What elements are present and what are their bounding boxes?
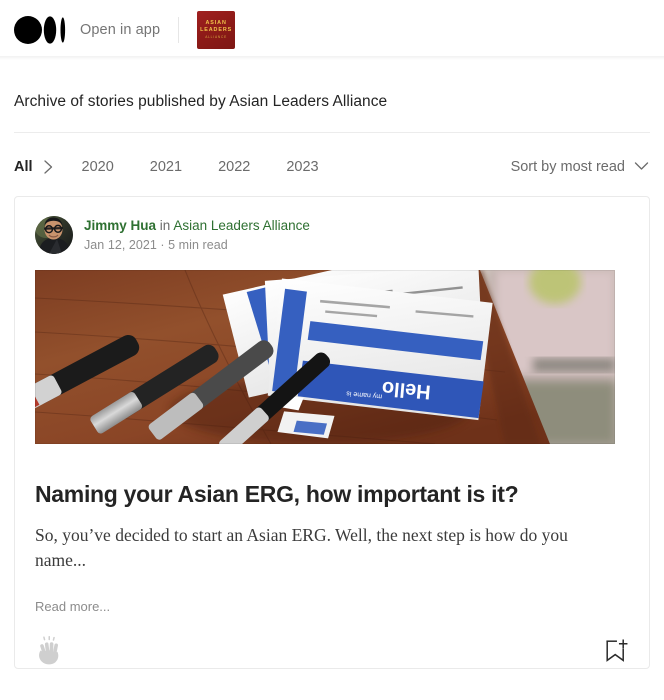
read-more-link[interactable]: Read more... [35, 599, 629, 614]
author-avatar[interactable] [35, 216, 73, 254]
year-tab-2023[interactable]: 2023 [286, 159, 318, 175]
chevron-down-icon [634, 158, 649, 176]
topbar-divider [178, 17, 180, 43]
year-tab-all[interactable]: All [14, 159, 33, 175]
byline-connector: in [159, 218, 171, 234]
badge-line-1: ASIAN [205, 20, 227, 27]
page-body: Archive of stories published by Asian Le… [0, 60, 664, 669]
byline: Jimmy Hua in Asian Leaders Alliance [84, 218, 310, 234]
article-excerpt[interactable]: So, you’ve decided to start an Asian ERG… [35, 523, 595, 573]
chevron-right-icon[interactable] [43, 159, 54, 175]
year-tab-2021[interactable]: 2021 [150, 159, 182, 175]
sort-dropdown-label: Sort by most read [510, 159, 625, 175]
archive-filter-row: All 2020 2021 2022 2023 Sort by most rea… [14, 133, 650, 196]
author-name-link[interactable]: Jimmy Hua [84, 218, 156, 233]
publication-logo-badge[interactable]: ASIAN LEADERS ALLIANCE [197, 11, 236, 49]
article-title[interactable]: Naming your Asian ERG, how important is … [35, 480, 629, 509]
medium-logo-icon[interactable] [14, 15, 66, 45]
badge-line-3: ALLIANCE [205, 34, 228, 39]
clap-icon[interactable] [35, 636, 63, 666]
year-filter-tabs: All 2020 2021 2022 2023 [14, 159, 355, 175]
top-navigation-bar: Open in app ASIAN LEADERS ALLIANCE [0, 0, 664, 60]
sort-dropdown[interactable]: Sort by most read [511, 158, 650, 176]
year-tab-2022[interactable]: 2022 [218, 159, 250, 175]
article-hero-image[interactable]: Hello my name is [35, 270, 615, 444]
publication-link[interactable]: Asian Leaders Alliance [173, 218, 310, 233]
open-in-app-button[interactable]: Open in app [80, 22, 160, 38]
article-card[interactable]: Jimmy Hua in Asian Leaders Alliance Jan … [14, 196, 650, 669]
year-tab-2020[interactable]: 2020 [82, 159, 114, 175]
author-row: Jimmy Hua in Asian Leaders Alliance Jan … [35, 216, 629, 254]
badge-line-2: LEADERS [200, 27, 233, 34]
author-meta: Jimmy Hua in Asian Leaders Alliance Jan … [84, 218, 310, 251]
article-card-footer [35, 636, 629, 666]
page-title: Archive of stories published by Asian Le… [14, 93, 388, 110]
bookmark-add-icon[interactable] [605, 638, 629, 664]
svg-text:Hello: Hello [381, 377, 432, 403]
article-meta-line: Jan 12, 2021 · 5 min read [84, 237, 228, 252]
